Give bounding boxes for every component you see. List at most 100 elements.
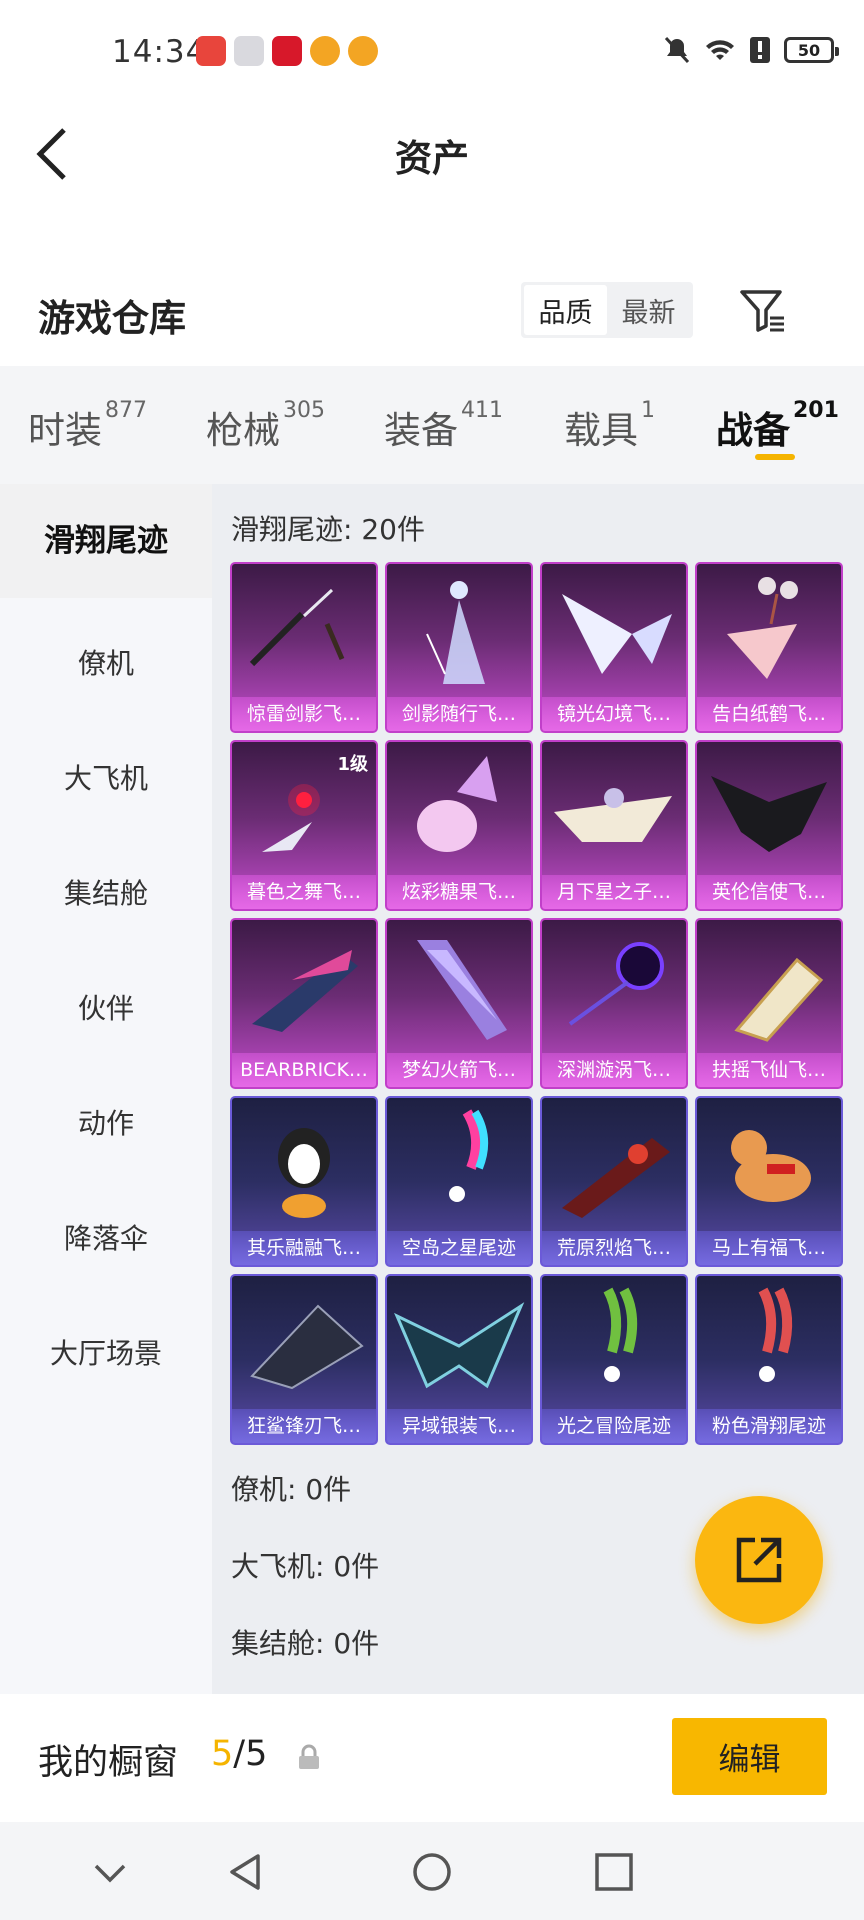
alert-icon bbox=[750, 37, 770, 63]
sidebar-item-emote[interactable]: 动作 bbox=[0, 1102, 212, 1142]
showcase-separator: / bbox=[233, 1734, 246, 1774]
raven-icon bbox=[711, 776, 827, 852]
flame-glider-icon bbox=[562, 1138, 670, 1218]
item-card[interactable]: 剑影随行飞… bbox=[385, 562, 533, 733]
sidebar-item-glide-trail[interactable]: 滑翔尾迹 bbox=[0, 484, 212, 598]
app-icon bbox=[234, 36, 264, 66]
item-name: 惊雷剑影飞… bbox=[232, 697, 376, 731]
showcase-bar: 我的橱窗 5/5 编辑 bbox=[0, 1694, 864, 1822]
item-card[interactable]: 镜光幻境飞… bbox=[540, 562, 688, 733]
app-icon bbox=[310, 36, 340, 66]
recents-square-icon[interactable] bbox=[592, 1850, 636, 1894]
back-triangle-icon[interactable] bbox=[224, 1850, 268, 1894]
item-name: 炫彩糖果飞… bbox=[387, 875, 531, 909]
sort-latest-option[interactable]: 最新 bbox=[607, 285, 690, 335]
app-icon bbox=[348, 36, 378, 66]
tab-count: 201 bbox=[793, 398, 839, 423]
silver-glider-icon bbox=[394, 1302, 525, 1389]
item-card[interactable]: 扶摇飞仙飞… bbox=[695, 918, 843, 1089]
paper-crane-icon bbox=[727, 577, 798, 679]
item-card[interactable]: 告白纸鹤飞… bbox=[695, 562, 843, 733]
item-card[interactable]: 深渊漩涡飞… bbox=[540, 918, 688, 1089]
item-card[interactable]: 月下星之子… bbox=[540, 740, 688, 911]
golden-glider-icon bbox=[734, 957, 824, 1042]
rocket-glider-icon bbox=[417, 940, 507, 1040]
showcase-label: 我的橱窗 bbox=[38, 1743, 179, 1783]
sort-quality-option[interactable]: 品质 bbox=[524, 285, 607, 335]
bearbrick-glider-icon bbox=[252, 950, 358, 1032]
notification-app-icons bbox=[196, 36, 378, 66]
item-name: 其乐融融飞… bbox=[232, 1231, 376, 1265]
tab-vehicles[interactable]: 载具 1 bbox=[564, 398, 655, 454]
item-name: 暮色之舞飞… bbox=[232, 875, 376, 909]
candy-glider-icon bbox=[417, 756, 497, 852]
filter-icon[interactable] bbox=[738, 286, 788, 336]
lucky-horse-icon bbox=[731, 1130, 811, 1202]
item-card[interactable]: 1级 暮色之舞飞… bbox=[230, 740, 378, 911]
item-name: 粉色滑翔尾迹 bbox=[697, 1409, 841, 1443]
item-card[interactable]: 狂鲨锋刃飞… bbox=[230, 1274, 378, 1445]
crystal-wings-icon bbox=[562, 594, 672, 674]
item-card[interactable]: 其乐融融飞… bbox=[230, 1096, 378, 1267]
app-icon bbox=[272, 36, 302, 66]
share-icon bbox=[736, 1537, 782, 1583]
item-card[interactable]: 梦幻火箭飞… bbox=[385, 918, 533, 1089]
tab-fashion[interactable]: 时装 877 bbox=[28, 398, 147, 454]
sidebar-item-assembly-pod[interactable]: 集结舱 bbox=[0, 872, 212, 912]
tab-label: 时装 bbox=[28, 409, 102, 452]
tab-count: 1 bbox=[641, 398, 655, 423]
section-title-wingman: 僚机: 0件 bbox=[231, 1473, 352, 1506]
item-name: 光之冒险尾迹 bbox=[542, 1409, 686, 1443]
sidebar-item-companion[interactable]: 伙伴 bbox=[0, 987, 212, 1027]
tab-label: 枪械 bbox=[206, 409, 280, 452]
status-time: 14:34 bbox=[112, 34, 207, 70]
item-card[interactable]: BEARBRICK… bbox=[230, 918, 378, 1089]
sidebar-item-big-plane[interactable]: 大飞机 bbox=[0, 757, 212, 797]
item-card[interactable]: 光之冒险尾迹 bbox=[540, 1274, 688, 1445]
twin-blades-icon bbox=[249, 588, 345, 667]
item-name: 月下星之子… bbox=[542, 875, 686, 909]
fairy-figure-icon bbox=[426, 581, 485, 684]
tab-label: 载具 bbox=[564, 409, 638, 452]
item-card[interactable]: 英伦信使飞… bbox=[695, 740, 843, 911]
sidebar-item-parachute[interactable]: 降落伞 bbox=[0, 1217, 212, 1257]
app-icon bbox=[196, 36, 226, 66]
showcase-current: 5 bbox=[211, 1734, 234, 1774]
item-card[interactable]: 异域银装飞… bbox=[385, 1274, 533, 1445]
item-card[interactable]: 粉色滑翔尾迹 bbox=[695, 1274, 843, 1445]
tab-equipment[interactable]: 装备 411 bbox=[384, 398, 503, 454]
chevron-down-icon[interactable] bbox=[88, 1850, 132, 1894]
status-bar: 14:34 50 bbox=[0, 0, 864, 104]
showcase-total: 5 bbox=[245, 1734, 268, 1774]
item-card[interactable]: 荒原烈焰飞… bbox=[540, 1096, 688, 1267]
item-name: 荒原烈焰飞… bbox=[542, 1231, 686, 1265]
tab-count: 411 bbox=[461, 398, 503, 423]
tab-count: 305 bbox=[283, 398, 325, 423]
vortex-icon bbox=[568, 942, 664, 1026]
tab-guns[interactable]: 枪械 305 bbox=[206, 398, 325, 454]
penguin-icon bbox=[278, 1128, 330, 1218]
pink-trail-icon bbox=[758, 1287, 793, 1382]
subcategory-sidebar: 滑翔尾迹 僚机 大飞机 集结舱 伙伴 动作 降落伞 大厅场景 bbox=[0, 484, 212, 1694]
sidebar-item-lobby-scene[interactable]: 大厅场景 bbox=[0, 1332, 212, 1372]
system-navigation-bar bbox=[0, 1822, 864, 1920]
home-circle-icon[interactable] bbox=[410, 1850, 454, 1894]
shark-glider-icon bbox=[250, 1304, 364, 1390]
tab-combat-gear[interactable]: 战备 201 bbox=[716, 398, 839, 454]
page-title: 资产 bbox=[395, 137, 469, 180]
item-card[interactable]: 惊雷剑影飞… bbox=[230, 562, 378, 733]
battery-indicator: 50 bbox=[784, 37, 839, 63]
sidebar-item-wingman[interactable]: 僚机 bbox=[0, 642, 212, 682]
item-name: 扶摇飞仙飞… bbox=[697, 1053, 841, 1087]
item-card[interactable]: 炫彩糖果飞… bbox=[385, 740, 533, 911]
item-name: 剑影随行飞… bbox=[387, 697, 531, 731]
wifi-icon bbox=[706, 40, 734, 60]
tab-count: 877 bbox=[105, 398, 147, 423]
item-name: 狂鲨锋刃飞… bbox=[232, 1409, 376, 1443]
category-tabs: 时装 877 枪械 305 装备 411 载具 1 战备 201 bbox=[0, 366, 864, 484]
share-button[interactable] bbox=[695, 1496, 823, 1624]
item-card[interactable]: 空岛之星尾迹 bbox=[385, 1096, 533, 1267]
rainbow-trail-icon bbox=[449, 1109, 489, 1202]
edit-button[interactable]: 编辑 bbox=[672, 1718, 827, 1795]
item-card[interactable]: 马上有福飞… bbox=[695, 1096, 843, 1267]
